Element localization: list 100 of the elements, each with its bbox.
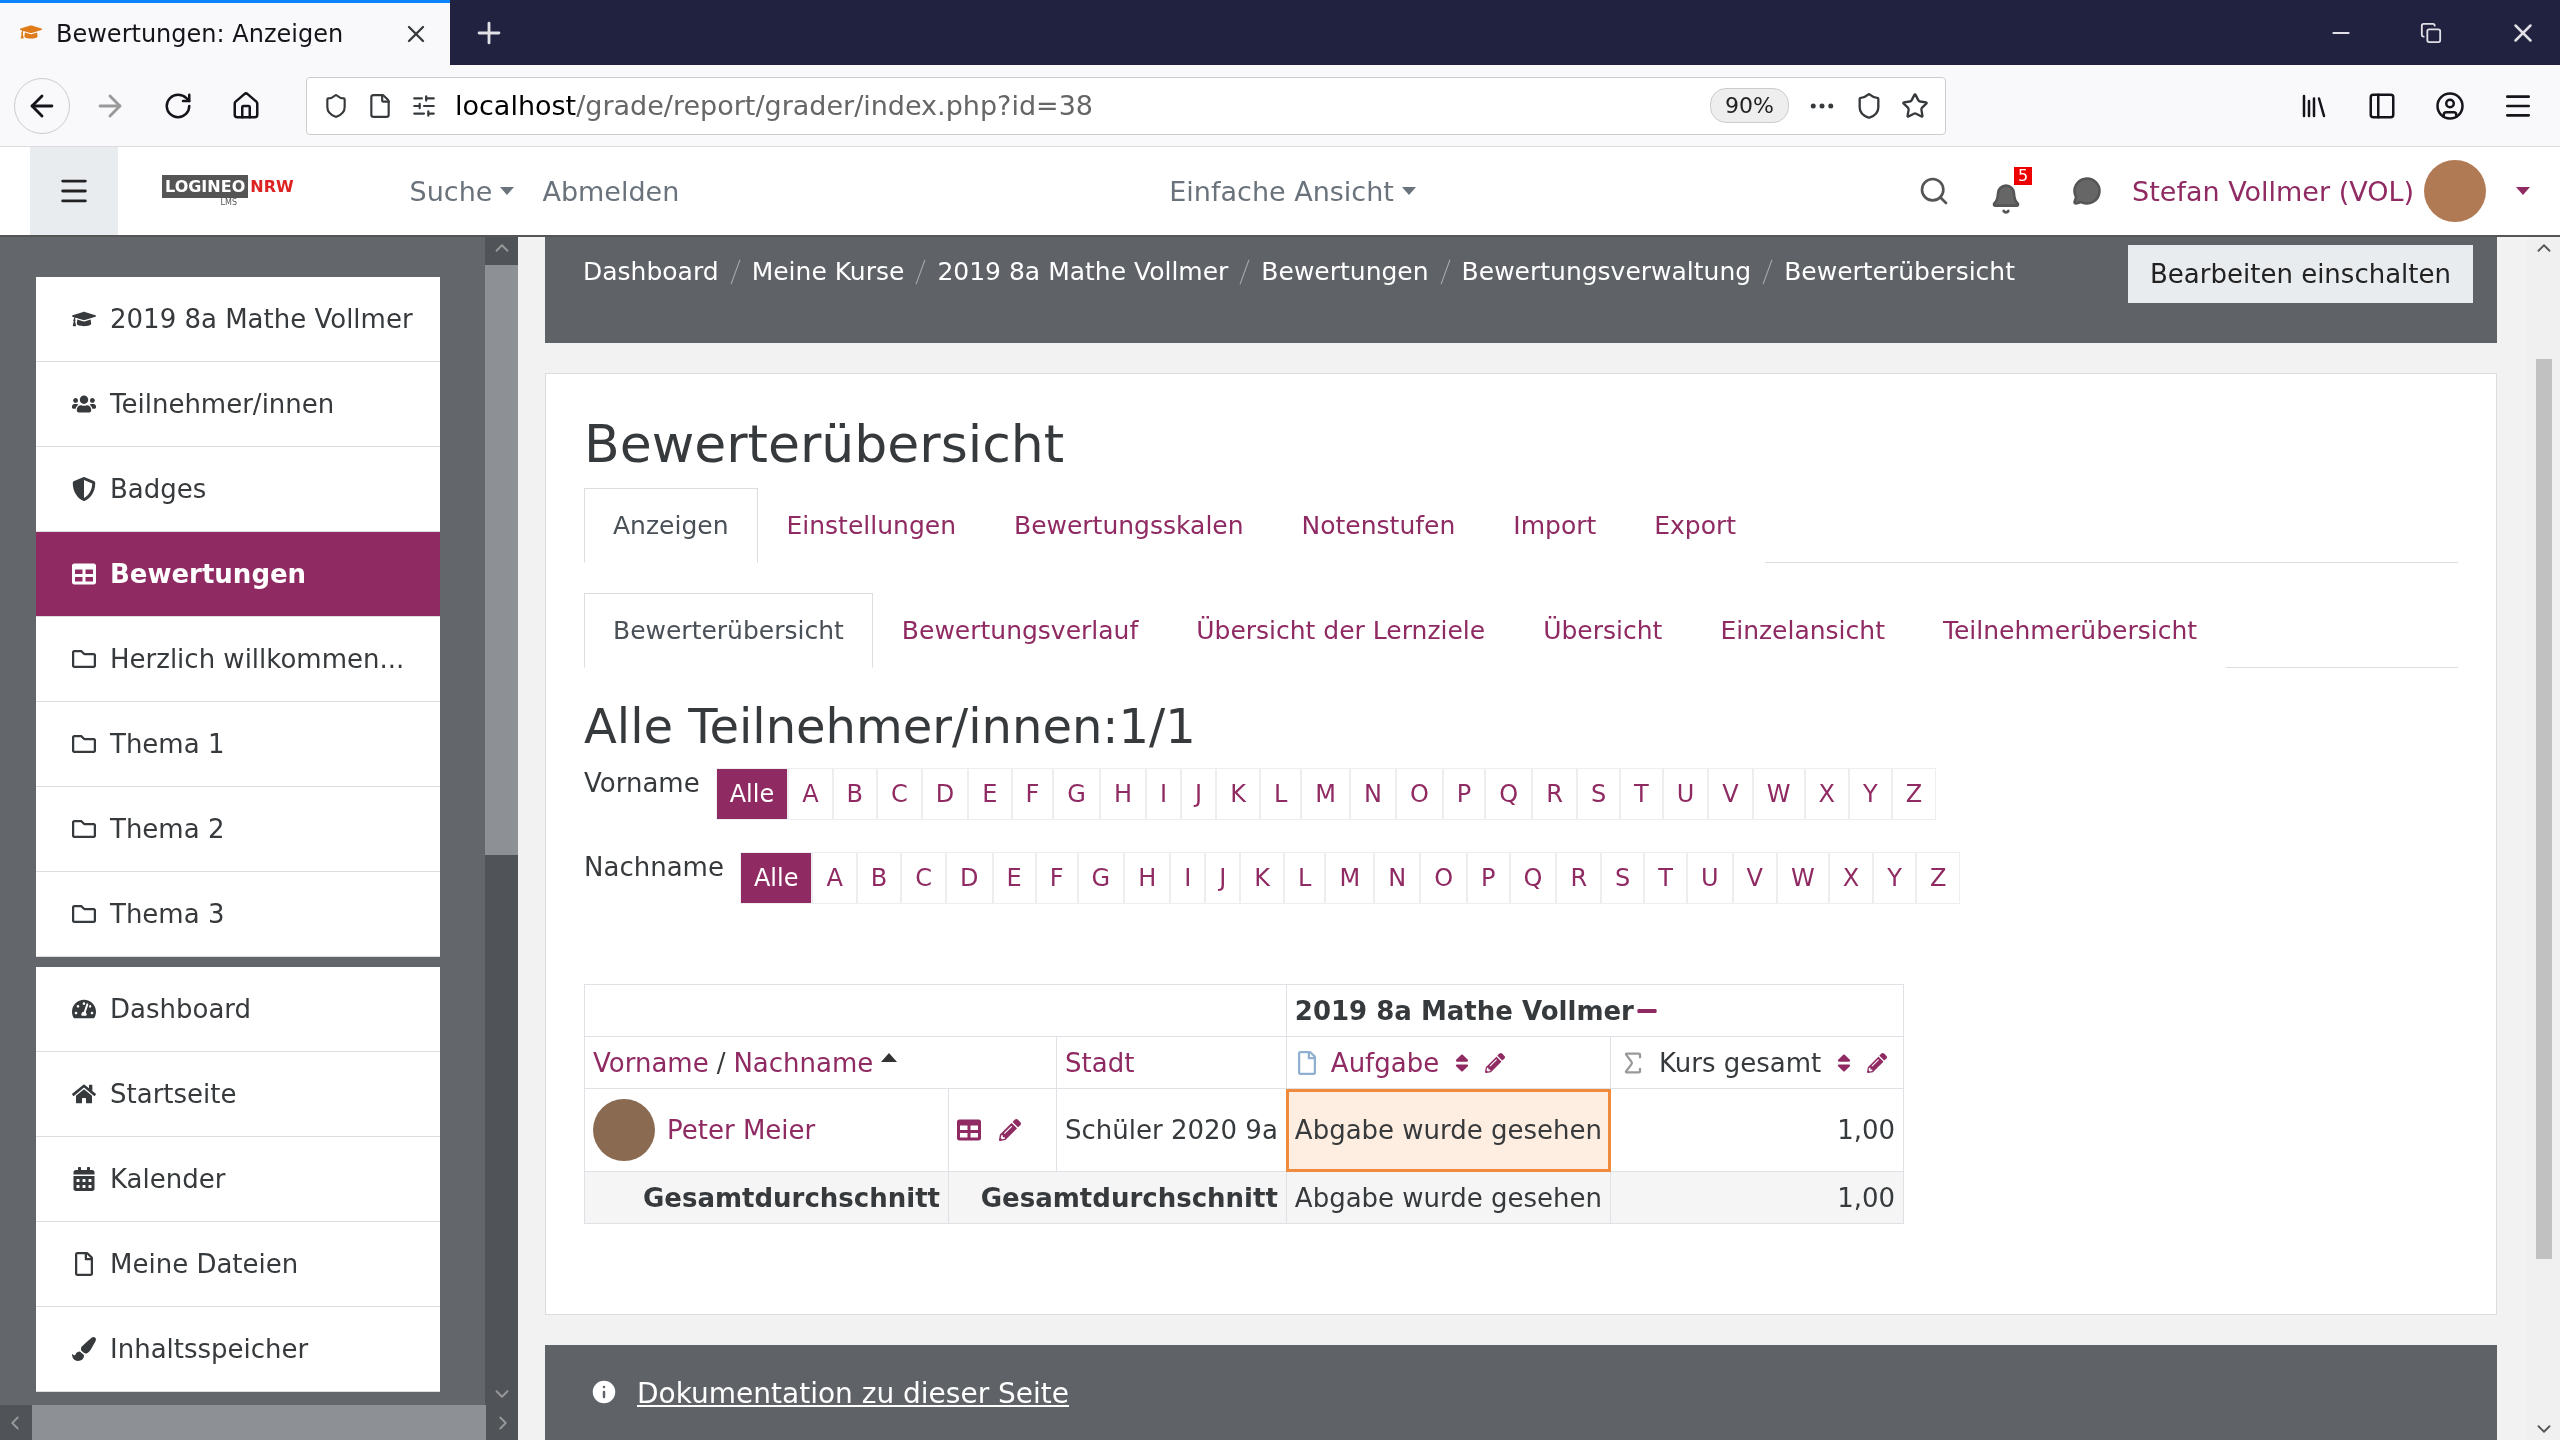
participants-heading: Alle Teilnehmer/innen:1/1	[584, 698, 1197, 754]
letter-filter[interactable]: V	[1708, 768, 1753, 820]
letter-filter[interactable]: H	[1099, 768, 1146, 820]
breadcrumb-link[interactable]: 2019 8a Mathe Vollmer	[937, 257, 1229, 286]
letter-filter[interactable]: M	[1325, 852, 1375, 904]
letter-filter[interactable]: I	[1145, 768, 1182, 820]
letter-filter[interactable]: P	[1442, 768, 1486, 820]
letter-filter[interactable]: W	[1777, 852, 1829, 904]
browser-tab[interactable]: Bewertungen: Anzeigen	[0, 0, 450, 65]
gauge-icon	[72, 997, 96, 1021]
letter-filter[interactable]: F	[1011, 768, 1054, 820]
letter-filter[interactable]: K	[1240, 852, 1285, 904]
letter-filter[interactable]: G	[1053, 768, 1100, 820]
tab[interactable]: Anzeigen	[584, 488, 758, 563]
letter-filter[interactable]: O	[1420, 852, 1468, 904]
address-bar[interactable]: localhost/grade/report/grader/index.php?id=38 90%	[306, 76, 1946, 135]
letter-filter[interactable]: X	[1828, 852, 1874, 904]
letter-filter[interactable]: I	[1170, 852, 1206, 904]
letter-filter[interactable]: T	[1644, 852, 1687, 904]
letter-filter[interactable]: Alle	[715, 768, 789, 820]
letter-filter[interactable]: W	[1752, 768, 1805, 820]
logout-link[interactable]: Abmelden	[542, 175, 680, 207]
letter-filter[interactable]: B	[832, 768, 878, 820]
letter-filter[interactable]: P	[1467, 852, 1510, 904]
letter-filter[interactable]: N	[1349, 768, 1396, 820]
letter-filter[interactable]: X	[1804, 768, 1849, 820]
home-icon[interactable]	[231, 90, 261, 121]
letter-filter[interactable]: H	[1124, 852, 1171, 904]
letter-filter[interactable]: Z	[1891, 768, 1937, 820]
letter-filter[interactable]: Alle	[739, 852, 813, 904]
lastname-sort-link[interactable]: Nachname	[733, 1047, 874, 1078]
letter-filter[interactable]: V	[1732, 852, 1777, 904]
letter-filter[interactable]: N	[1374, 852, 1421, 904]
letter-filter[interactable]: E	[968, 768, 1012, 820]
letter-filter[interactable]: M	[1301, 768, 1350, 820]
user-menu-caret[interactable]	[2516, 187, 2530, 195]
letter-filter[interactable]: B	[856, 852, 902, 904]
student-name-link[interactable]: Peter Meier	[667, 1115, 816, 1145]
letter-filter[interactable]: F	[1035, 852, 1078, 904]
search-menu[interactable]: Suche	[409, 175, 515, 207]
breadcrumb-link[interactable]: Bewerterübersicht	[1784, 257, 2015, 286]
zoom-level[interactable]: 90%	[1710, 88, 1789, 123]
letter-filter[interactable]: A	[788, 768, 833, 820]
letter-filter[interactable]: R	[1556, 852, 1602, 904]
documentation-link[interactable]: Dokumentation zu dieser Seite	[637, 1377, 1070, 1410]
letter-filter[interactable]: O	[1395, 768, 1443, 820]
letter-filter[interactable]: R	[1532, 768, 1577, 820]
edit-icon[interactable]	[999, 1119, 1021, 1141]
menu-toggle-button[interactable]	[30, 147, 118, 235]
letter-filter[interactable]: U	[1662, 768, 1709, 820]
letter-filter[interactable]: J	[1205, 852, 1241, 904]
letter-filter[interactable]: E	[992, 852, 1036, 904]
letter-filter[interactable]: Z	[1915, 852, 1961, 904]
firstname-sort-link[interactable]: Vorname	[593, 1047, 709, 1078]
restore-icon[interactable]	[2420, 21, 2442, 44]
account-icon[interactable]	[2435, 90, 2465, 121]
folder-icon	[72, 732, 96, 756]
city-column-link[interactable]: Stadt	[1065, 1047, 1135, 1078]
letter-filter[interactable]: S	[1601, 852, 1645, 904]
letter-filter[interactable]: D	[921, 768, 969, 820]
view-menu[interactable]: Einfache Ansicht	[1169, 175, 1416, 207]
letter-filter[interactable]: S	[1576, 768, 1621, 820]
letter-filter[interactable]: D	[946, 852, 993, 904]
letter-filter[interactable]: C	[901, 852, 947, 904]
letter-filter[interactable]: J	[1181, 768, 1217, 820]
letter-filter[interactable]: T	[1620, 768, 1663, 820]
letter-filter[interactable]: C	[877, 768, 922, 820]
subtab[interactable]: Bewerterübersicht	[584, 593, 873, 668]
notifications-button[interactable]: 5	[1990, 167, 2033, 215]
letter-filter[interactable]: G	[1077, 852, 1125, 904]
grades-table-icon[interactable]	[957, 1118, 981, 1142]
edit-mode-button[interactable]: Bearbeiten einschalten	[2128, 245, 2473, 303]
letter-filter[interactable]: L	[1284, 852, 1326, 904]
horizontal-scrollbar[interactable]	[0, 1405, 518, 1440]
user-name[interactable]: Stefan Vollmer (VOL)	[2132, 175, 2414, 207]
letter-filter[interactable]: Y	[1848, 768, 1892, 820]
assignment-column-link[interactable]: Aufgabe	[1330, 1047, 1440, 1078]
grade-cell[interactable]: Abgabe wurde gesehen	[1286, 1088, 1611, 1172]
letter-filter[interactable]: Q	[1509, 852, 1557, 904]
edit-icon[interactable]	[1867, 1052, 1888, 1073]
letter-filter[interactable]: Q	[1485, 768, 1533, 820]
letter-filter[interactable]: Y	[1873, 852, 1916, 904]
edit-icon[interactable]	[1485, 1052, 1506, 1073]
sidebar-item[interactable]: Bewertungen	[36, 532, 440, 617]
breadcrumb-link[interactable]: Bewertungsverwaltung	[1461, 257, 1752, 286]
filter-label: Vorname	[584, 768, 700, 798]
table-cell: 1,00	[1837, 1182, 1896, 1213]
bookmark-star-icon[interactable]	[1901, 91, 1929, 120]
letter-filter[interactable]: L	[1259, 768, 1302, 820]
table-cell: Schüler 2020 9a	[1065, 1115, 1278, 1145]
letter-filter[interactable]: U	[1687, 852, 1733, 904]
vertical-scrollbar[interactable]	[485, 237, 518, 1405]
messages-icon[interactable]	[2072, 176, 2103, 206]
breadcrumb-link[interactable]: Bewertungen	[1261, 257, 1429, 286]
permissions-icon[interactable]	[411, 92, 437, 119]
breadcrumb-link[interactable]: Dashboard	[583, 257, 719, 286]
breadcrumb-link[interactable]: Meine Kurse	[751, 257, 905, 286]
page-scrollbar[interactable]	[2527, 237, 2560, 1440]
letter-filter[interactable]: A	[812, 852, 857, 904]
letter-filter[interactable]: K	[1216, 768, 1260, 820]
